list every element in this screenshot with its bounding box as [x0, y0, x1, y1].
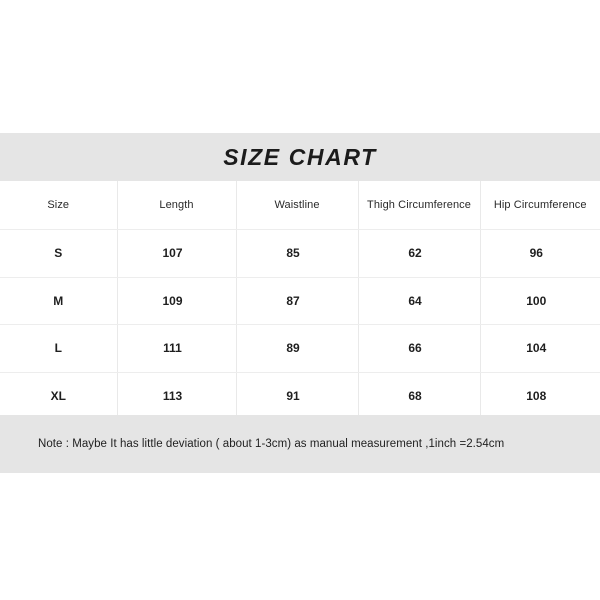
table-body: S 107 85 62 96 M 109 87 64 100 L 111 89 …: [0, 229, 600, 419]
cell-waistline: 85: [236, 229, 359, 278]
cell-thigh: 68: [358, 372, 481, 419]
cell-value: 62: [408, 246, 422, 261]
cell-length: 113: [117, 372, 237, 419]
cell-size: XL: [0, 372, 118, 419]
cell-value: 91: [286, 388, 300, 403]
column-header-size: Size: [0, 181, 118, 230]
cell-waistline: 91: [236, 372, 359, 419]
cell-size: S: [0, 229, 118, 278]
cell-hip: 96: [480, 229, 600, 278]
cell-value: 68: [408, 388, 422, 403]
cell-thigh: 64: [358, 277, 481, 325]
table-row: M 109 87 64 100: [0, 277, 600, 325]
size-chart-page: SIZE CHART Size Length Waistline Thigh C…: [0, 0, 600, 600]
cell-value: 108: [526, 388, 547, 403]
cell-value: 107: [162, 246, 183, 261]
cell-value: XL: [50, 388, 66, 403]
cell-length: 107: [117, 229, 237, 278]
table-row: S 107 85 62 96: [0, 229, 600, 278]
table-row: L 111 89 66 104: [0, 324, 600, 373]
cell-value: 66: [408, 341, 422, 356]
table-header: Size Length Waistline Thigh Circumferenc…: [0, 181, 600, 230]
cell-size: M: [0, 277, 118, 325]
cell-value: M: [53, 293, 64, 308]
cell-hip: 108: [480, 372, 600, 419]
cell-thigh: 62: [358, 229, 481, 278]
cell-value: L: [54, 341, 62, 356]
cell-thigh: 66: [358, 324, 481, 373]
cell-value: 104: [526, 341, 547, 356]
title-band: SIZE CHART: [0, 133, 600, 181]
column-header-length: Length: [117, 181, 237, 230]
table-header-row: Size Length Waistline Thigh Circumferenc…: [0, 181, 600, 230]
cell-hip: 100: [480, 277, 600, 325]
cell-value: 100: [526, 293, 547, 308]
cell-size: L: [0, 324, 118, 373]
cell-waistline: 89: [236, 324, 359, 373]
cell-value: S: [54, 246, 63, 261]
page-title: SIZE CHART: [223, 143, 377, 170]
cell-length: 109: [117, 277, 237, 325]
column-header-hip-circumference: Hip Circumference: [480, 181, 600, 230]
column-header-waistline: Waistline: [236, 181, 359, 230]
cell-value: 87: [286, 293, 300, 308]
cell-value: 109: [162, 293, 183, 308]
cell-value: 85: [286, 246, 300, 261]
cell-value: 89: [286, 341, 300, 356]
cell-value: 113: [162, 388, 183, 403]
column-header-thigh-circumference: Thigh Circumference: [358, 181, 481, 230]
cell-value: 64: [408, 293, 422, 308]
cell-length: 111: [117, 324, 237, 373]
cell-waistline: 87: [236, 277, 359, 325]
cell-value: 96: [529, 246, 543, 261]
note-band: Note : Maybe It has little deviation ( a…: [0, 415, 600, 473]
cell-hip: 104: [480, 324, 600, 373]
cell-value: 111: [163, 341, 182, 356]
size-chart-table: Size Length Waistline Thigh Circumferenc…: [0, 181, 600, 419]
table-row: XL 113 91 68 108: [0, 372, 600, 419]
measurement-note: Note : Maybe It has little deviation ( a…: [38, 438, 505, 450]
